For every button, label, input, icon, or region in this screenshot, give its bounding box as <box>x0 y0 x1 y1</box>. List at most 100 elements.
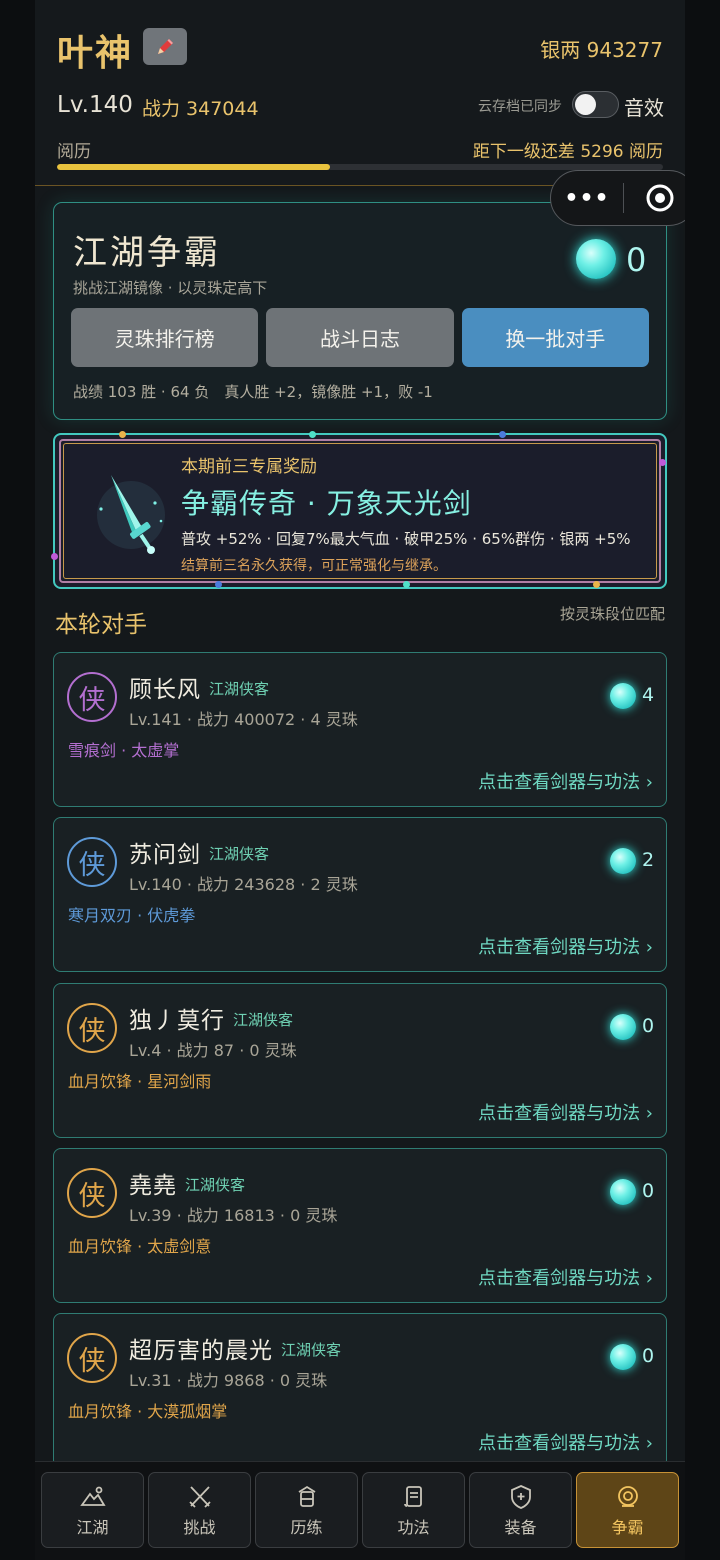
spirit-pearl-icon <box>576 239 616 279</box>
view-details-link[interactable]: 点击查看剑器与功法 › <box>478 1429 653 1455</box>
lantern-icon <box>298 1485 315 1507</box>
reward-note: 结算前三名永久获得，可正常强化与继承。 <box>181 558 447 574</box>
battle-log-button[interactable]: 战斗日志 <box>266 308 454 367</box>
opponent-avatar: 侠 <box>67 1168 117 1218</box>
opponent-pearl-count: 0 <box>642 1015 655 1037</box>
opponent-skills: 血月饮锋 · 星河剑雨 <box>68 1072 212 1091</box>
tab-equipment[interactable]: 装备 <box>469 1472 572 1548</box>
opponent-pearl-count: 4 <box>642 684 655 706</box>
opponent-pearl-count: 0 <box>642 1180 655 1202</box>
pencil-icon <box>158 38 173 54</box>
exp-progress-bar <box>57 164 663 170</box>
opponent-meta: Lv.140 · 战力 243628 · 2 灵珠 <box>129 875 358 894</box>
view-details-link[interactable]: 点击查看剑器与功法 › <box>478 1099 653 1125</box>
opponent-name: 苏问剑 江湖侠客 <box>129 842 270 868</box>
tab-label: 历练 <box>290 1517 323 1537</box>
opponent-name: 堯堯 江湖侠客 <box>129 1173 246 1199</box>
reward-tag: 本期前三专属奖励 <box>181 457 317 477</box>
pearl-ranking-button[interactable]: 灵珠排行榜 <box>71 308 259 367</box>
opponent-meta: Lv.39 · 战力 16813 · 0 灵珠 <box>129 1206 338 1225</box>
tab-challenge[interactable]: 挑战 <box>148 1472 251 1548</box>
player-level: Lv.140 <box>57 92 133 118</box>
opponent-avatar: 侠 <box>67 1333 117 1383</box>
spirit-pearl-icon <box>610 683 636 709</box>
tab-arena[interactable]: 争霸 <box>576 1472 679 1548</box>
more-menu-button[interactable]: ••• <box>551 186 623 211</box>
tab-jianghu[interactable]: 江湖 <box>41 1472 144 1548</box>
exp-progress-fill <box>57 164 330 170</box>
reward-stats: 普攻 +52% · 回复7%最大气血 · 破甲25% · 65%群伤 · 银两 … <box>181 530 631 548</box>
mountain-icon <box>79 1486 106 1506</box>
opponent-tag: 江湖侠客 <box>209 680 270 698</box>
spirit-pearl-icon <box>610 1014 636 1040</box>
crossed-swords-icon <box>188 1485 211 1508</box>
spirit-pearl-icon <box>610 848 636 874</box>
battle-record: 战绩 103 胜 · 64 负 真人胜 +2，镜像胜 +1，败 -1 <box>73 383 433 401</box>
sky-sword-icon <box>97 475 165 554</box>
opponent-card[interactable]: 侠 独丿莫行 江湖侠客 Lv.4 · 战力 87 · 0 灵珠 血月饮锋 · 星河… <box>53 983 667 1138</box>
arena-button-row: 灵珠排行榜 战斗日志 换一批对手 <box>71 308 649 367</box>
opponent-tag: 江湖侠客 <box>185 1176 246 1194</box>
close-circle-icon <box>646 184 674 212</box>
tab-skills[interactable]: 功法 <box>362 1472 465 1548</box>
opponent-tag: 江湖侠客 <box>281 1341 342 1359</box>
exp-remaining: 距下一级还差 5296 阅历 <box>472 142 663 162</box>
reward-banner: 本期前三专属奖励 争霸传奇 · 万象天光剑 普攻 +52% · 回复7%最大气血… <box>51 431 667 589</box>
sound-toggle[interactable] <box>572 91 619 118</box>
opponent-pearl-count: 2 <box>642 849 655 871</box>
opponent-skills: 雪痕剑 · 太虚掌 <box>68 741 180 760</box>
tab-label: 装备 <box>504 1517 537 1537</box>
exp-label: 阅历 <box>57 142 91 162</box>
opponent-pearl-count: 0 <box>642 1345 655 1367</box>
opponent-skills: 血月饮锋 · 太虚剑意 <box>68 1237 212 1256</box>
arena-subtitle: 挑战江湖镜像 · 以灵珠定高下 <box>73 279 268 297</box>
opponent-card[interactable]: 侠 苏问剑 江湖侠客 Lv.140 · 战力 243628 · 2 灵珠 寒月双刃… <box>53 817 667 972</box>
opponent-tag: 江湖侠客 <box>233 1011 294 1029</box>
arena-card: 江湖争霸 挑战江湖镜像 · 以灵珠定高下 0 灵珠排行榜 战斗日志 换一批对手 … <box>53 202 667 420</box>
target-icon <box>617 1485 638 1507</box>
spirit-pearl-icon <box>610 1344 636 1370</box>
pearl-count: 0 <box>626 241 647 279</box>
tab-training[interactable]: 历练 <box>255 1472 358 1548</box>
opponent-card[interactable]: 侠 顾长风 江湖侠客 Lv.141 · 战力 400072 · 4 灵珠 雪痕剑 … <box>53 652 667 807</box>
toggle-knob <box>575 94 596 115</box>
player-name: 叶神 <box>57 33 134 74</box>
opponent-avatar: 侠 <box>67 837 117 887</box>
opponent-avatar: 侠 <box>67 672 117 722</box>
opponent-name: 超厉害的晨光 江湖侠客 <box>129 1338 342 1364</box>
refresh-opponents-button[interactable]: 换一批对手 <box>461 308 649 367</box>
tab-label: 功法 <box>397 1517 430 1537</box>
opponent-tag: 江湖侠客 <box>209 845 270 863</box>
opponents-section-hint: 按灵珠段位匹配 <box>559 605 665 623</box>
player-header: 叶神 银两 943277 Lv.140 战力 347044 云存档已同步 音效 … <box>35 0 685 186</box>
view-details-link[interactable]: 点击查看剑器与功法 › <box>478 768 653 794</box>
opponent-card[interactable]: 侠 超厉害的晨光 江湖侠客 Lv.31 · 战力 9868 · 0 灵珠 血月饮锋… <box>53 1313 667 1468</box>
player-power: 战力 347044 <box>142 98 259 120</box>
opponent-skills: 寒月双刃 · 伏虎拳 <box>68 906 196 925</box>
miniprogram-capsule: ••• <box>550 170 685 226</box>
opponents-section-title: 本轮对手 <box>55 612 147 638</box>
opponent-meta: Lv.4 · 战力 87 · 0 灵珠 <box>129 1041 297 1060</box>
tab-label: 挑战 <box>183 1517 216 1537</box>
bottom-tab-bar: 江湖 挑战 历练 功法 装备 争霸 <box>35 1461 685 1560</box>
sound-label: 音效 <box>624 96 664 120</box>
spirit-pearl-icon <box>610 1179 636 1205</box>
opponent-avatar: 侠 <box>67 1003 117 1053</box>
tab-label: 争霸 <box>611 1517 644 1537</box>
reward-title: 争霸传奇 · 万象天光剑 <box>181 487 472 520</box>
scroll-icon <box>403 1485 422 1507</box>
cloud-sync-status: 云存档已同步 <box>478 99 562 115</box>
close-miniprogram-button[interactable] <box>624 183 685 213</box>
opponent-meta: Lv.31 · 战力 9868 · 0 灵珠 <box>129 1371 328 1390</box>
shield-icon <box>510 1484 531 1509</box>
view-details-link[interactable]: 点击查看剑器与功法 › <box>478 1264 653 1290</box>
app-screen: 叶神 银两 943277 Lv.140 战力 347044 云存档已同步 音效 … <box>35 0 685 1560</box>
tab-label: 江湖 <box>76 1517 109 1537</box>
edit-name-button[interactable] <box>143 28 187 65</box>
view-details-link[interactable]: 点击查看剑器与功法 › <box>478 933 653 959</box>
opponent-meta: Lv.141 · 战力 400072 · 4 灵珠 <box>129 710 358 729</box>
opponent-skills: 血月饮锋 · 大漠孤烟掌 <box>68 1402 228 1421</box>
opponent-card[interactable]: 侠 堯堯 江湖侠客 Lv.39 · 战力 16813 · 0 灵珠 血月饮锋 · … <box>53 1148 667 1303</box>
opponent-name: 顾长风 江湖侠客 <box>129 677 270 703</box>
opponent-name: 独丿莫行 江湖侠客 <box>129 1008 294 1034</box>
